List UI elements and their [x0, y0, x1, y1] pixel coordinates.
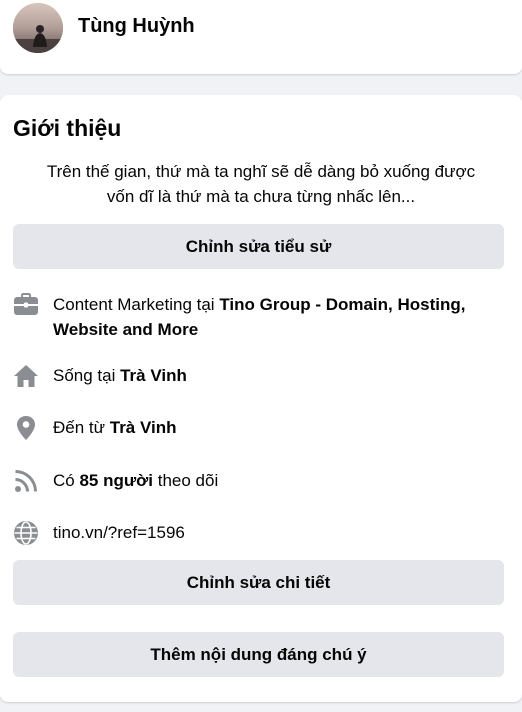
bio-line-1: Trên thế gian, thứ mà ta nghĩ sẽ dễ dàng… [46, 162, 476, 181]
bio-line-2: vốn dĩ là thứ mà ta chưa từng nhấc lên..… [106, 187, 416, 206]
lives-place-link[interactable]: Trà Vinh [120, 366, 187, 385]
bio-text: Trên thế gian, thứ mà ta nghĩ sẽ dễ dàng… [13, 159, 509, 209]
followers-count-link[interactable]: 85 người [79, 471, 153, 490]
avatar-photo [13, 3, 63, 53]
work-text: Content Marketing tại Tino Group - Domai… [53, 292, 509, 342]
edit-details-button[interactable]: Chỉnh sửa chi tiết [13, 560, 504, 605]
home-icon [13, 363, 39, 389]
followers-text: Có 85 người theo dõi [53, 468, 218, 493]
lives-row: Sống tại Trà Vinh [13, 363, 509, 389]
intro-card: Giới thiệu Trên thế gian, thứ mà ta nghĩ… [0, 95, 522, 702]
intro-title: Giới thiệu [13, 115, 122, 141]
followers-prefix: Có [53, 471, 80, 490]
rss-icon [13, 468, 39, 494]
from-text: Đến từ Trà Vinh [53, 415, 177, 440]
briefcase-icon [13, 292, 39, 318]
work-prefix: Content Marketing tại [53, 295, 220, 314]
profile-header-card: Tùng Huỳnh [0, 0, 522, 74]
from-place-link[interactable]: Trà Vinh [110, 418, 177, 437]
followers-row: Có 85 người theo dõi [13, 468, 509, 494]
lives-prefix: Sống tại [53, 366, 121, 385]
lives-text: Sống tại Trà Vinh [53, 363, 187, 388]
from-prefix: Đến từ [53, 418, 110, 437]
followers-suffix: theo dõi [153, 471, 219, 490]
edit-bio-button[interactable]: Chỉnh sửa tiểu sử [13, 224, 504, 269]
avatar[interactable] [13, 3, 63, 53]
from-row: Đến từ Trà Vinh [13, 415, 509, 441]
profile-name[interactable]: Tùng Huỳnh [78, 15, 195, 38]
website-link[interactable]: tino.vn/?ref=1596 [53, 520, 185, 545]
location-pin-icon [13, 415, 39, 441]
add-featured-button[interactable]: Thêm nội dung đáng chú ý [13, 632, 504, 677]
work-row: Content Marketing tại Tino Group - Domai… [13, 292, 509, 342]
website-row: tino.vn/?ref=1596 [13, 520, 509, 546]
globe-icon [13, 520, 39, 546]
